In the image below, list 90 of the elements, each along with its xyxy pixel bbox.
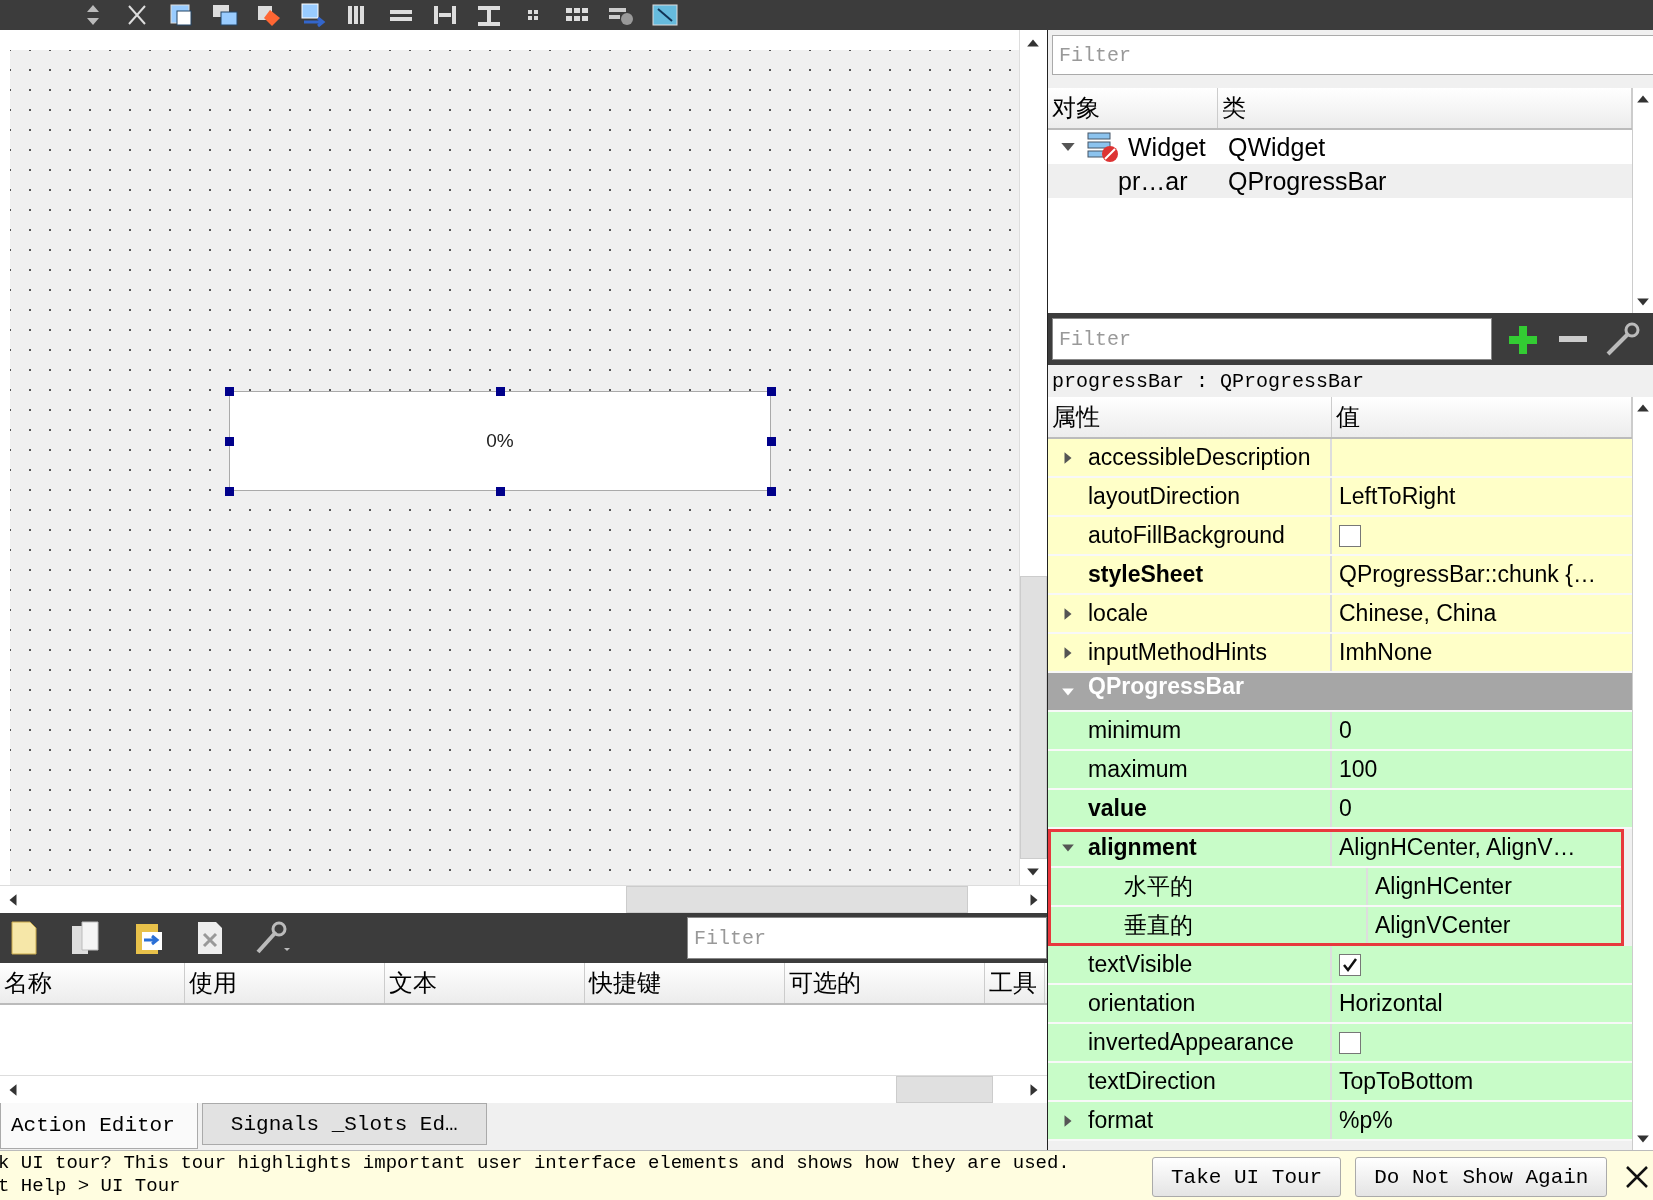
- class-name: QProgressBar: [1227, 166, 1387, 196]
- property-row[interactable]: 水平的 AlignHCenter: [1048, 868, 1624, 907]
- object-name[interactable]: pr…ar: [1118, 166, 1188, 196]
- resize-handle[interactable]: [225, 437, 234, 446]
- property-name: orientation: [1088, 990, 1196, 1017]
- checkbox[interactable]: [1339, 953, 1361, 976]
- class-name: QWidget: [1227, 132, 1326, 162]
- object-label: progressBar : QProgressBar: [1051, 368, 1366, 395]
- property-name: textVisible: [1088, 951, 1193, 978]
- resize-handle[interactable]: [225, 387, 234, 396]
- column-header[interactable]: 对象: [1048, 88, 1218, 128]
- section-title: QProgressBar: [1088, 673, 1244, 701]
- property-name: textDirection: [1088, 1068, 1216, 1095]
- property-value[interactable]: QProgressBar::chunk {…: [1339, 561, 1596, 588]
- tour-button[interactable]: Take UI Tour: [1152, 1157, 1342, 1197]
- property-value[interactable]: 100: [1339, 756, 1378, 783]
- column-header[interactable]: 属性: [1048, 397, 1332, 437]
- column-header[interactable]: 工具: [985, 963, 1045, 1003]
- property-value[interactable]: TopToBottom: [1339, 1068, 1474, 1095]
- property-row[interactable]: textDirection TopToBottom: [1048, 1063, 1632, 1102]
- property-value[interactable]: LeftToRight: [1339, 483, 1456, 510]
- column-header[interactable]: 文本: [385, 963, 585, 1003]
- property-row[interactable]: value 0: [1048, 790, 1632, 829]
- scrollbar-thumb[interactable]: [896, 1076, 993, 1103]
- property-row[interactable]: inputMethodHints ImhNone: [1048, 634, 1632, 673]
- widget-icon: [1086, 130, 1120, 164]
- close-icon[interactable]: [1625, 1165, 1650, 1189]
- checkbox[interactable]: [1339, 524, 1361, 547]
- column-header[interactable]: 快捷键: [585, 963, 785, 1003]
- property-name: autoFillBackground: [1088, 522, 1285, 549]
- property-name: inputMethodHints: [1088, 639, 1267, 666]
- property-value[interactable]: 0: [1339, 795, 1352, 822]
- property-row[interactable]: autoFillBackground: [1048, 517, 1632, 556]
- property-row[interactable]: textVisible: [1048, 946, 1632, 985]
- resize-handle[interactable]: [767, 387, 776, 396]
- property-row[interactable]: accessibleDescription: [1048, 439, 1632, 478]
- filter-field[interactable]: Filter: [1052, 35, 1653, 75]
- property-row[interactable]: locale Chinese, China: [1048, 595, 1632, 634]
- resize-handle[interactable]: [767, 487, 776, 496]
- tab-order-icon[interactable]: [298, 2, 328, 28]
- tour-button[interactable]: Do Not Show Again: [1355, 1157, 1608, 1197]
- property-value[interactable]: %p%: [1339, 1107, 1393, 1134]
- property-name: locale: [1088, 600, 1149, 627]
- property-row[interactable]: alignment AlignHCenter, AlignV…: [1048, 829, 1624, 868]
- property-row[interactable]: styleSheet QProgressBar::chunk {…: [1048, 556, 1632, 595]
- property-name: styleSheet: [1088, 561, 1204, 588]
- property-value[interactable]: AlignVCenter: [1375, 912, 1511, 939]
- property-row[interactable]: invertedAppearance: [1048, 1024, 1632, 1063]
- property-name: accessibleDescription: [1088, 444, 1311, 471]
- tab[interactable]: Signals _Slots Ed…: [201, 1103, 487, 1145]
- property-name: 垂直的: [1124, 911, 1193, 940]
- wrench-icon[interactable]: [1604, 320, 1642, 358]
- property-row[interactable]: 垂直的 AlignVCenter: [1048, 907, 1624, 946]
- property-row[interactable]: maximum 100: [1048, 751, 1632, 790]
- column-header[interactable]: 可选的: [785, 963, 985, 1003]
- scrollbar-thumb[interactable]: [1020, 576, 1047, 859]
- property-row[interactable]: layoutDirection LeftToRight: [1048, 478, 1632, 517]
- checkbox[interactable]: [1339, 1031, 1361, 1054]
- property-name: format: [1088, 1107, 1154, 1134]
- column-header[interactable]: 名称: [0, 963, 185, 1003]
- property-row[interactable]: orientation Horizontal: [1048, 985, 1632, 1024]
- property-name: value: [1088, 795, 1147, 822]
- property-name: maximum: [1088, 756, 1188, 783]
- resize-handle[interactable]: [767, 437, 776, 446]
- property-name: layoutDirection: [1088, 483, 1241, 510]
- windows-icon[interactable]: [210, 2, 240, 28]
- tab[interactable]: Action Editor: [0, 1103, 198, 1149]
- object-name[interactable]: Widget: [1128, 132, 1206, 162]
- property-name: minimum: [1088, 717, 1182, 744]
- filter-field[interactable]: Filter: [687, 917, 1047, 959]
- resize-handle[interactable]: [496, 487, 505, 496]
- property-name: invertedAppearance: [1088, 1029, 1294, 1056]
- progress-text: 0%: [486, 430, 514, 452]
- property-value[interactable]: 0: [1339, 717, 1352, 744]
- resize-handle[interactable]: [496, 387, 505, 396]
- resize-handle[interactable]: [225, 487, 234, 496]
- filter-field[interactable]: Filter: [1052, 318, 1492, 360]
- property-name: alignment: [1088, 834, 1197, 861]
- property-name: 水平的: [1124, 872, 1193, 901]
- property-value[interactable]: AlignHCenter, AlignV…: [1339, 834, 1576, 861]
- column-header[interactable]: 使用: [185, 963, 385, 1003]
- tour-message: k UI tour? This tour highlights important user interface elements and shows how they are used. t Help > UI Tour: [0, 1151, 1071, 1198]
- property-row[interactable]: format %p%: [1048, 1102, 1632, 1141]
- property-value[interactable]: ImhNone: [1339, 639, 1433, 666]
- property-value[interactable]: Chinese, China: [1339, 600, 1497, 627]
- property-row[interactable]: minimum 0: [1048, 712, 1632, 751]
- property-value[interactable]: AlignHCenter: [1375, 873, 1512, 900]
- adjust-size-icon[interactable]: [650, 2, 680, 28]
- scrollbar-thumb[interactable]: [626, 886, 968, 913]
- property-value[interactable]: Horizontal: [1339, 990, 1443, 1017]
